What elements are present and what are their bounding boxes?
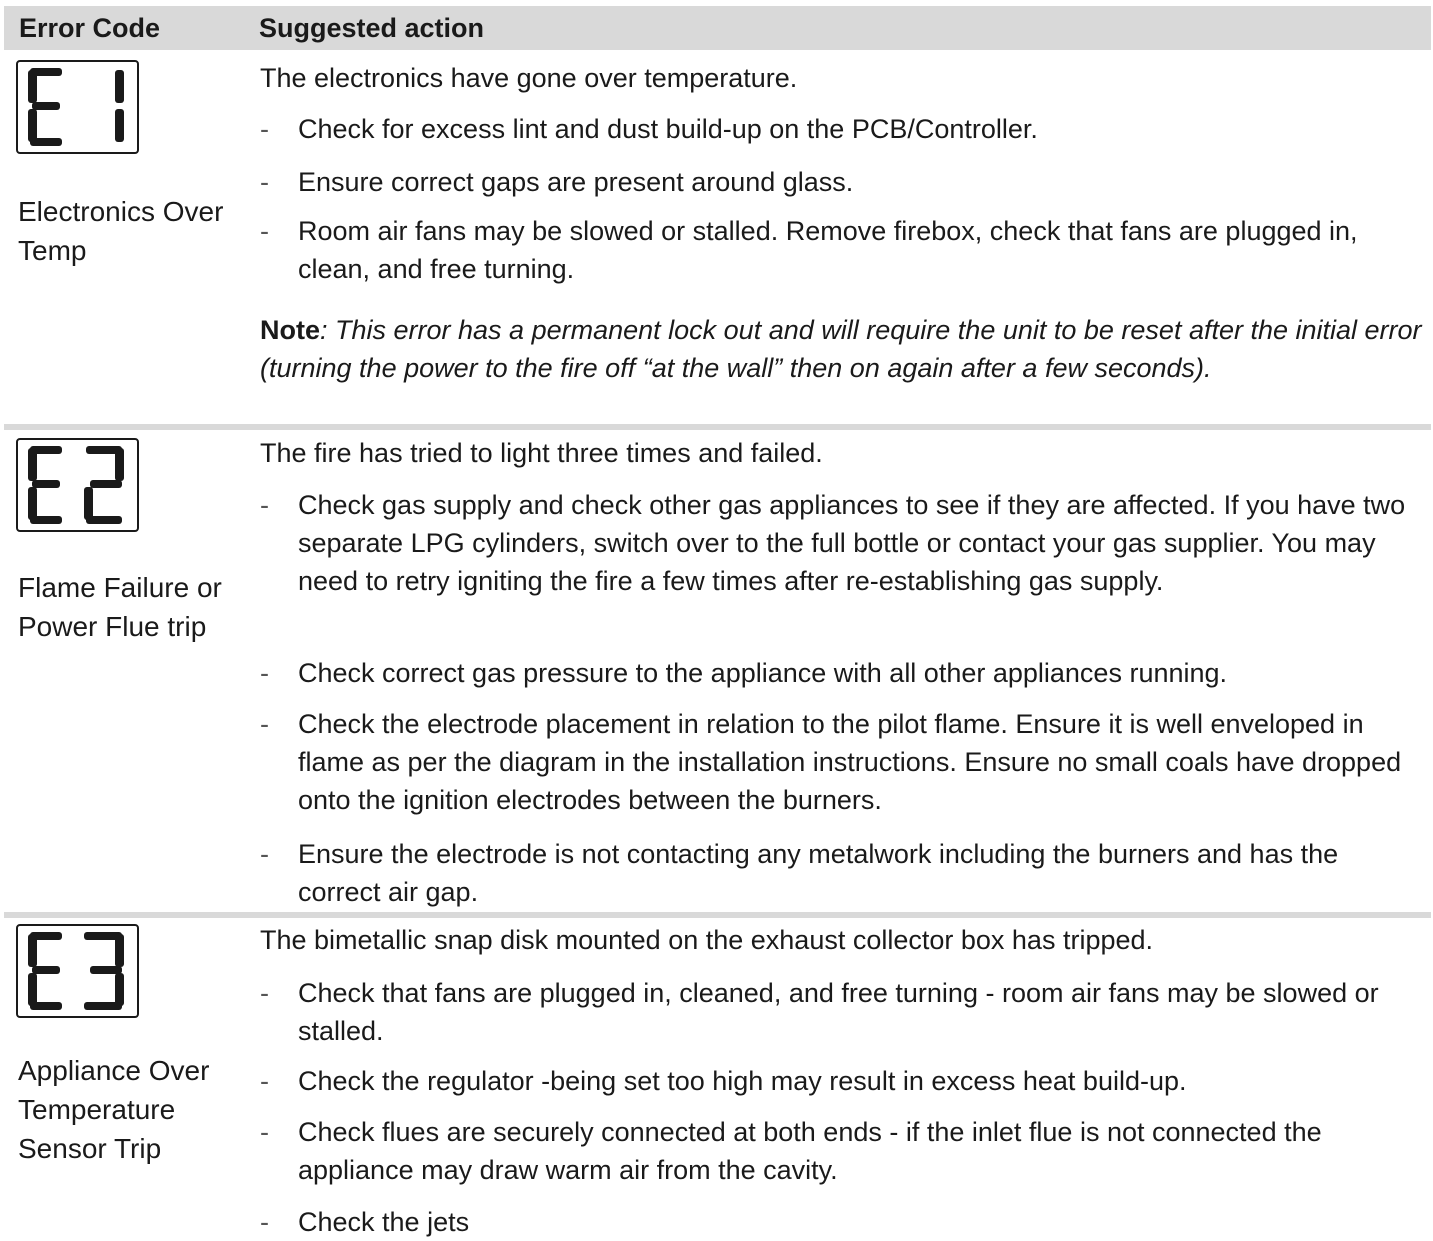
e1-display-icon (16, 60, 139, 154)
table-header: Error Code Suggested action (4, 6, 1431, 50)
e2-lead-text: The fire has tried to light three times … (260, 438, 823, 468)
list-item: - Ensure the electrode is not contacting … (260, 839, 1339, 907)
e3-label: Appliance Over Temperature Sensor Trip (18, 1055, 210, 1164)
list-item: - Check for excess lint and dust build-up… (260, 114, 1038, 144)
e1-note: Note: This error has a permanent lock ou… (260, 315, 1422, 383)
list-item: - Check the electrode placement in relati… (260, 709, 1402, 815)
e3-display-icon (16, 924, 139, 1018)
list-item: - Ensure correct gaps are present around … (260, 167, 854, 197)
e2-display-icon (16, 438, 139, 532)
list-item: - Check that fans are plugged in, cleaned… (260, 978, 1379, 1046)
list-item: - Room air fans may be slowed or stalled.… (260, 216, 1358, 284)
header-suggested-action: Suggested action (259, 13, 485, 43)
row-divider (4, 424, 1431, 430)
list-item: - Check flues are securely connected at b… (260, 1117, 1322, 1185)
list-item: - Check correct gas pressure to the appli… (260, 658, 1228, 688)
e3-lead-text: The bimetallic snap disk mounted on the … (260, 925, 1154, 955)
list-item: - Check the jets (260, 1207, 470, 1237)
row-divider (4, 912, 1431, 918)
list-item: - Check gas supply and check other gas ap… (260, 490, 1406, 596)
list-item: - Check the regulator -being set too high… (260, 1066, 1187, 1096)
header-error-code: Error Code (19, 13, 161, 43)
e1-lead-text: The electronics have gone over temperatu… (260, 63, 798, 93)
e1-label: Electronics Over Temp (18, 196, 224, 266)
e2-label: Flame Failure or Power Flue trip (18, 572, 222, 642)
